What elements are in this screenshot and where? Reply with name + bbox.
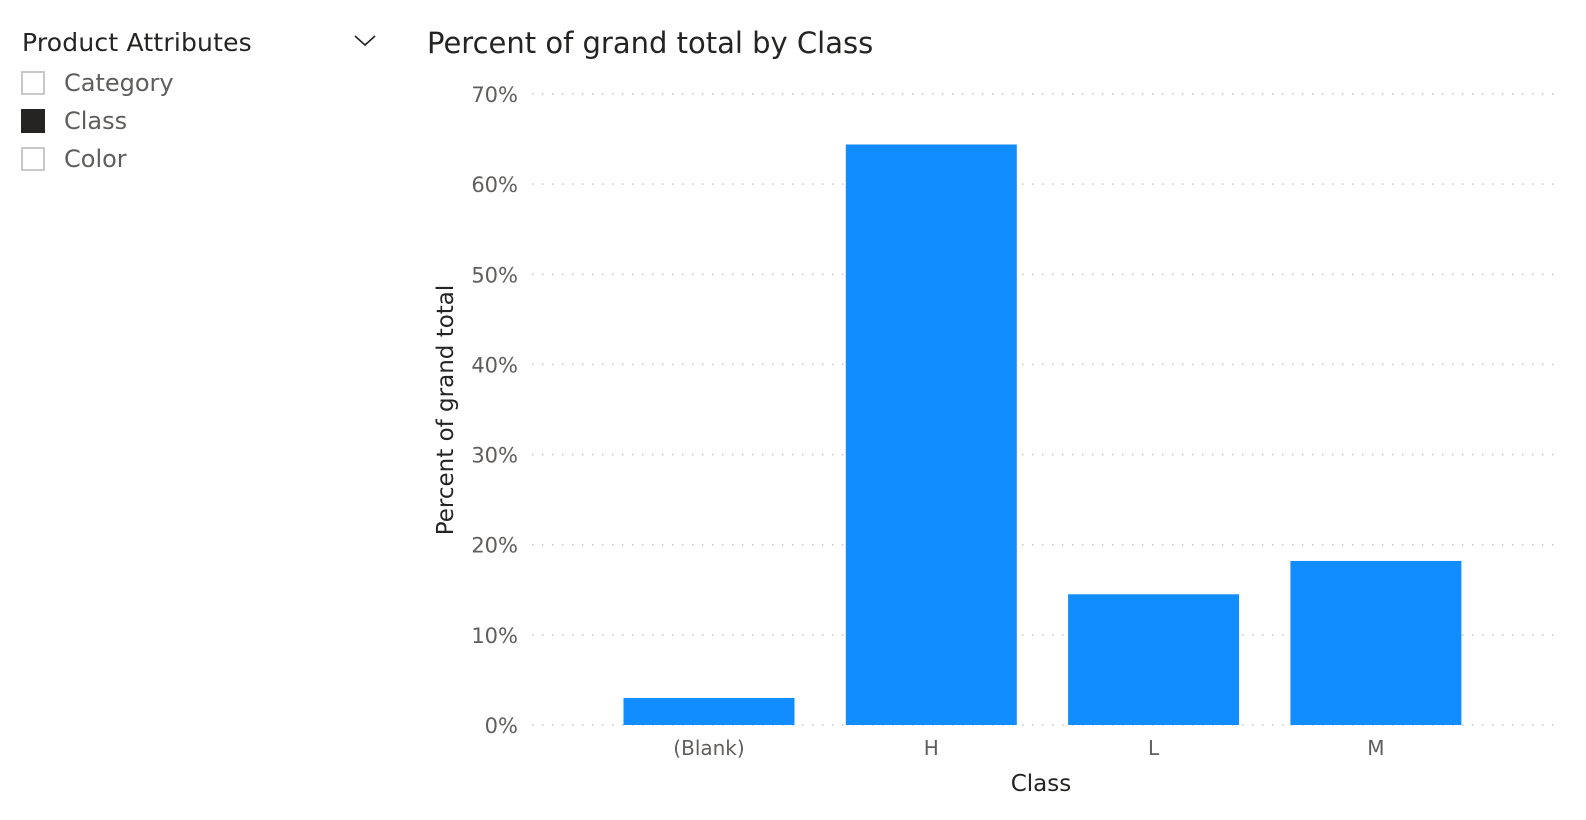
y-tick-label: 50% [471,263,518,287]
y-tick-label: 60% [471,173,518,197]
bar-m[interactable] [1290,560,1462,725]
y-tick-label: 10% [471,624,518,648]
x-tick-label: H [924,736,939,760]
y-axis-ticks: 0% 10% 20% 30% 40% 50% 60% 70% [471,83,518,738]
bar-chart: 0% 10% 20% 30% 40% 50% 60% 70% (Blank) H L M Perce… [433,83,1562,797]
y-tick-label: 20% [471,534,518,558]
x-tick-label: (Blank) [673,736,744,760]
bar-blank[interactable] [623,697,795,725]
bars [623,144,1462,726]
y-tick-label: 30% [471,444,518,468]
y-tick-label: 0% [485,714,518,738]
x-axis-ticks: (Blank) H L M [673,736,1384,760]
y-tick-label: 70% [471,83,518,107]
bar-l[interactable] [1068,594,1240,725]
y-axis-label: Percent of grand total [433,285,459,536]
x-axis-label: Class [1011,771,1072,797]
x-tick-label: M [1367,736,1384,760]
x-tick-label: L [1148,736,1160,760]
bar-h[interactable] [845,144,1017,726]
y-tick-label: 40% [471,353,518,377]
